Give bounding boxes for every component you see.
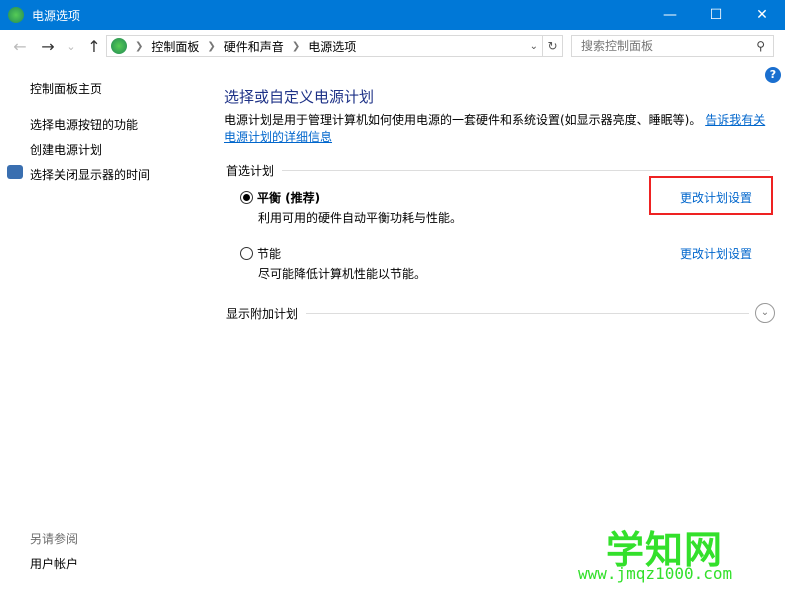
sidebar-item-create-plan[interactable]: 创建电源计划 (30, 141, 102, 158)
plan-power-saver-name[interactable]: 节能 (257, 245, 281, 262)
change-plan-settings-power-saver[interactable]: 更改计划设置 (680, 245, 752, 262)
maximize-button[interactable]: ☐ (693, 0, 739, 30)
additional-plans-header[interactable]: 显示附加计划 ⌄ (226, 303, 775, 323)
breadcrumb-control-panel[interactable]: 控制面板 (151, 38, 199, 55)
minimize-button[interactable]: — (647, 0, 693, 30)
help-button[interactable]: ? (765, 67, 781, 83)
plan-power-saver-description: 尽可能降低计算机性能以节能。 (258, 267, 427, 281)
show-additional-plans-label[interactable]: 显示附加计划 (226, 305, 298, 322)
sidebar-item-display-off[interactable]: 选择关闭显示器的时间 (30, 166, 150, 183)
breadcrumb-power-options[interactable]: 电源选项 (308, 38, 356, 55)
address-bar[interactable]: ❯ 控制面板 ❯ 硬件和声音 ❯ 电源选项 ⌄ ↻ (106, 35, 563, 57)
window-title: 电源选项 (32, 8, 81, 23)
power-options-icon (8, 7, 24, 23)
sidebar-item-user-accounts[interactable]: 用户帐户 (30, 555, 78, 572)
control-panel-icon (111, 38, 127, 54)
search-placeholder: 搜索控制面板 (581, 39, 654, 53)
chevron-right-icon: ❯ (291, 40, 301, 52)
plan-balanced-name[interactable]: 平衡 (推荐) (257, 189, 320, 206)
breadcrumb-hardware-sound[interactable]: 硬件和声音 (224, 38, 284, 55)
address-dropdown-button[interactable]: ⌄ (530, 41, 538, 52)
close-button[interactable]: ✕ (739, 0, 785, 30)
back-button[interactable]: ← (10, 37, 30, 56)
chevron-right-icon: ❯ (135, 40, 144, 52)
highlight-box (649, 176, 773, 215)
title-bar: 电源选项 — ☐ ✕ (0, 0, 785, 30)
search-icon[interactable]: ⚲ (756, 36, 765, 56)
forward-button[interactable]: → (38, 37, 58, 56)
chevron-down-icon[interactable]: ⌄ (755, 303, 775, 323)
plan-power-saver-radio[interactable] (240, 247, 253, 260)
plan-balanced-description: 利用可用的硬件自动平衡功耗与性能。 (258, 211, 463, 225)
preferred-plans-label: 首选计划 (226, 164, 275, 178)
plan-balanced-radio[interactable] (240, 191, 253, 204)
up-button[interactable]: ↑ (84, 37, 104, 56)
watermark-url: www.jmqz1000.com (578, 564, 733, 583)
sidebar-item-home[interactable]: 控制面板主页 (30, 80, 102, 97)
chevron-right-icon: ❯ (207, 40, 216, 52)
description-text: 电源计划是用于管理计算机如何使用电源的一套硬件和系统设置(如显示器亮度、睡眠等)… (224, 113, 702, 127)
page-title: 选择或自定义电源计划 (224, 88, 375, 106)
refresh-button[interactable]: ↻ (542, 36, 562, 56)
see-also-label: 另请参阅 (30, 532, 79, 546)
search-input[interactable]: 搜索控制面板 ⚲ (571, 35, 774, 57)
page-description: 电源计划是用于管理计算机如何使用电源的一套硬件和系统设置(如显示器亮度、睡眠等)… (224, 112, 774, 146)
shield-icon (7, 165, 23, 179)
sidebar-item-power-buttons[interactable]: 选择电源按钮的功能 (30, 116, 138, 133)
recent-locations-button[interactable]: ⌄ (66, 40, 76, 53)
